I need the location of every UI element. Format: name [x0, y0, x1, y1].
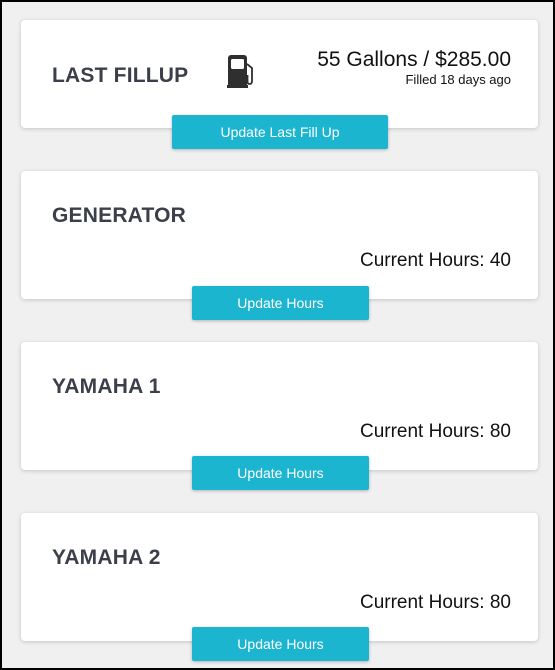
update-hours-button-yamaha-2[interactable]: Update Hours: [192, 627, 369, 661]
update-hours-button-yamaha-1[interactable]: Update Hours: [192, 456, 369, 490]
equipment-card-generator: GENERATOR Current Hours: 40: [21, 171, 538, 299]
equipment-name: GENERATOR: [52, 204, 187, 227]
last-fillup-title: LAST FILLUP: [52, 64, 189, 87]
equipment-card-yamaha-2: YAMAHA 2 Current Hours: 80: [21, 513, 538, 641]
equipment-card-yamaha-1: YAMAHA 1 Current Hours: 80: [21, 342, 538, 470]
fillup-summary: 55 Gallons / $285.00: [317, 48, 511, 71]
fuel-pump-icon: [227, 55, 253, 88]
update-last-fillup-button[interactable]: Update Last Fill Up: [172, 115, 388, 149]
last-fillup-card: LAST FILLUP 55 Gallons / $285.00 Filled …: [21, 20, 538, 128]
current-hours: Current Hours: 40: [359, 250, 511, 271]
update-hours-button-generator[interactable]: Update Hours: [192, 286, 369, 320]
current-hours: Current Hours: 80: [359, 421, 511, 442]
equipment-name: YAMAHA 1: [52, 375, 161, 398]
equipment-name: YAMAHA 2: [52, 546, 161, 569]
current-hours: Current Hours: 80: [359, 592, 511, 613]
filled-ago-text: Filled 18 days ago: [405, 72, 511, 87]
app-frame: LAST FILLUP 55 Gallons / $285.00 Filled …: [0, 0, 555, 670]
